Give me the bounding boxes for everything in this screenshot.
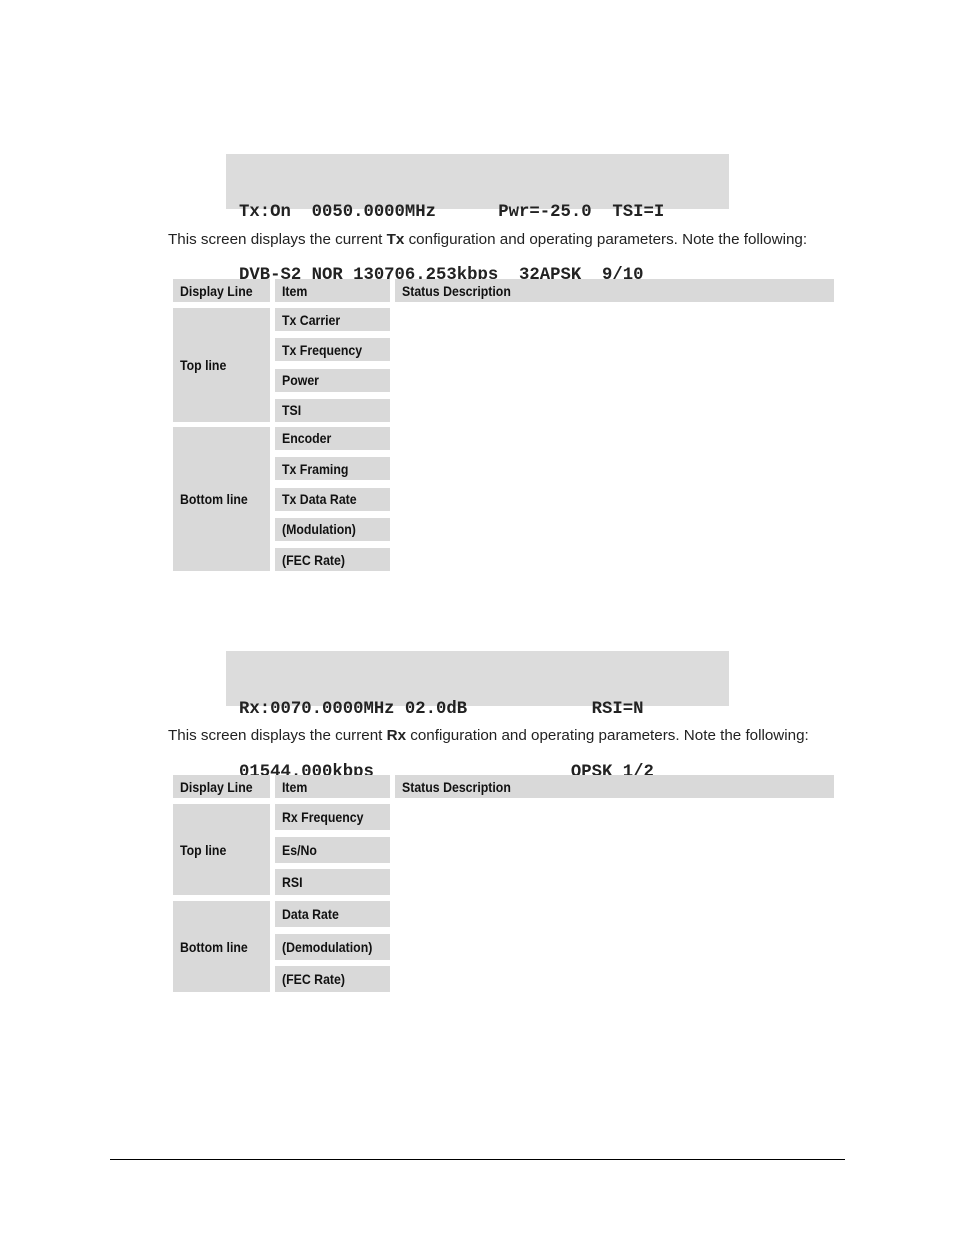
rx-table-item-cell: Rx Frequency: [275, 804, 390, 830]
rx-lcd-display: Rx:0070.0000MHz 02.0dB RSI=N 01544.000kb…: [226, 651, 729, 782]
rx-table-display-line-cell: Top line: [173, 804, 270, 895]
rx-table-item-cell-text: (FEC Rate): [282, 971, 345, 987]
tx-para-text-end: configuration and operating parameters. …: [404, 231, 808, 248]
tx-table-item-cell: Tx Frequency: [275, 338, 390, 362]
rx-table-item-cell: RSI: [275, 869, 390, 895]
rx-table-item-cell-text: Rx Frequency: [282, 809, 364, 825]
rx-table-item-cell-text: Es/No: [282, 841, 317, 858]
tx-table-item-cell: (Modulation): [275, 517, 390, 541]
rx-description-paragraph: This screen displays the current Rx conf…: [168, 727, 809, 744]
rx-table-item-cell: Data Rate: [275, 901, 390, 927]
tx-table-item-cell-text: (Modulation): [282, 521, 356, 538]
rx-table-display-line-cell-text: Bottom line: [180, 938, 248, 955]
tx-table-item-cell: TSI: [275, 398, 390, 422]
rx-table-header-status-description-text: Status Description: [402, 778, 511, 795]
rx-table-header-item-text: Item: [282, 778, 308, 795]
tx-lcd-top-line: Tx:On 0050.0000MHz Pwr=-25.0 TSI=I: [239, 203, 665, 222]
rx-table-item-cell-text: (Demodulation): [282, 938, 373, 955]
tx-table-display-line-cell-text: Bottom line: [180, 490, 248, 507]
tx-table-item-cell-text: Tx Frequency: [282, 341, 363, 358]
tx-table-item-cell-text: Tx Framing: [282, 460, 349, 477]
tx-table-item-cell-text: Tx Data Rate: [282, 491, 357, 507]
tx-table-item-cell-text: Tx Carrier: [282, 311, 341, 328]
rx-table-item-cell: (FEC Rate): [275, 966, 390, 992]
rx-table-header-item: Item: [275, 775, 390, 798]
tx-table-item-cell: Tx Data Rate: [275, 487, 390, 511]
rx-table-item-cell-text: Data Rate: [282, 906, 339, 922]
rx-table-item-cell: Es/No: [275, 836, 390, 863]
tx-table-item-cell-text: Encoder: [282, 430, 332, 447]
tx-table-display-line-cell: Bottom line: [173, 426, 270, 572]
tx-lcd-display: Tx:On 0050.0000MHz Pwr=-25.0 TSI=I DVB-S…: [226, 154, 729, 285]
tx-table-item-cell: Tx Framing: [275, 457, 390, 481]
tx-table-item-cell-text: (FEC Rate): [282, 551, 345, 568]
rx-table-item-cell-text: RSI: [282, 874, 303, 890]
rx-table-display-line-cell: Bottom line: [173, 901, 270, 992]
tx-para-bold: Tx: [386, 231, 405, 248]
rx-para-text-end: configuration and operating parameters. …: [406, 727, 809, 744]
tx-table-item-cell: Tx Carrier: [275, 308, 390, 331]
tx-table-item-cell: Encoder: [275, 426, 390, 450]
tx-table-item-cell-text: Power: [282, 372, 319, 389]
tx-table-header-display-line-text: Display Line: [180, 282, 253, 299]
tx-table-item-cell: Power: [275, 368, 390, 392]
rx-table-item-cell: (Demodulation): [275, 933, 390, 960]
tx-table-display-line-cell: Top line: [173, 308, 270, 422]
tx-table-item-cell: (FEC Rate): [275, 548, 390, 572]
rx-para-bold: Rx: [386, 727, 407, 744]
rx-para-text-start: This screen displays the current: [168, 727, 387, 744]
tx-table-header-item-text: Item: [282, 282, 308, 299]
rx-table-header-display-line-text: Display Line: [180, 778, 253, 795]
rx-table-header-display-line: Display Line: [173, 775, 270, 798]
tx-description-paragraph: This screen displays the current Tx conf…: [168, 231, 807, 248]
tx-table-item-cell-text: TSI: [282, 402, 302, 419]
footer-divider: [110, 1159, 845, 1160]
rx-lcd-top-line: Rx:0070.0000MHz 02.0dB RSI=N: [239, 700, 644, 719]
tx-table-display-line-cell-text: Top line: [180, 356, 227, 373]
rx-table-display-line-cell-text: Top line: [180, 841, 227, 858]
tx-table-header-display-line: Display Line: [173, 279, 270, 302]
tx-table-header-status-description: Status Description: [395, 279, 834, 302]
tx-para-text-start: This screen displays the current: [168, 231, 387, 248]
rx-table-header-status-description: Status Description: [395, 775, 834, 798]
tx-table-header-status-description-text: Status Description: [402, 282, 511, 299]
tx-table-header-item: Item: [275, 279, 390, 302]
